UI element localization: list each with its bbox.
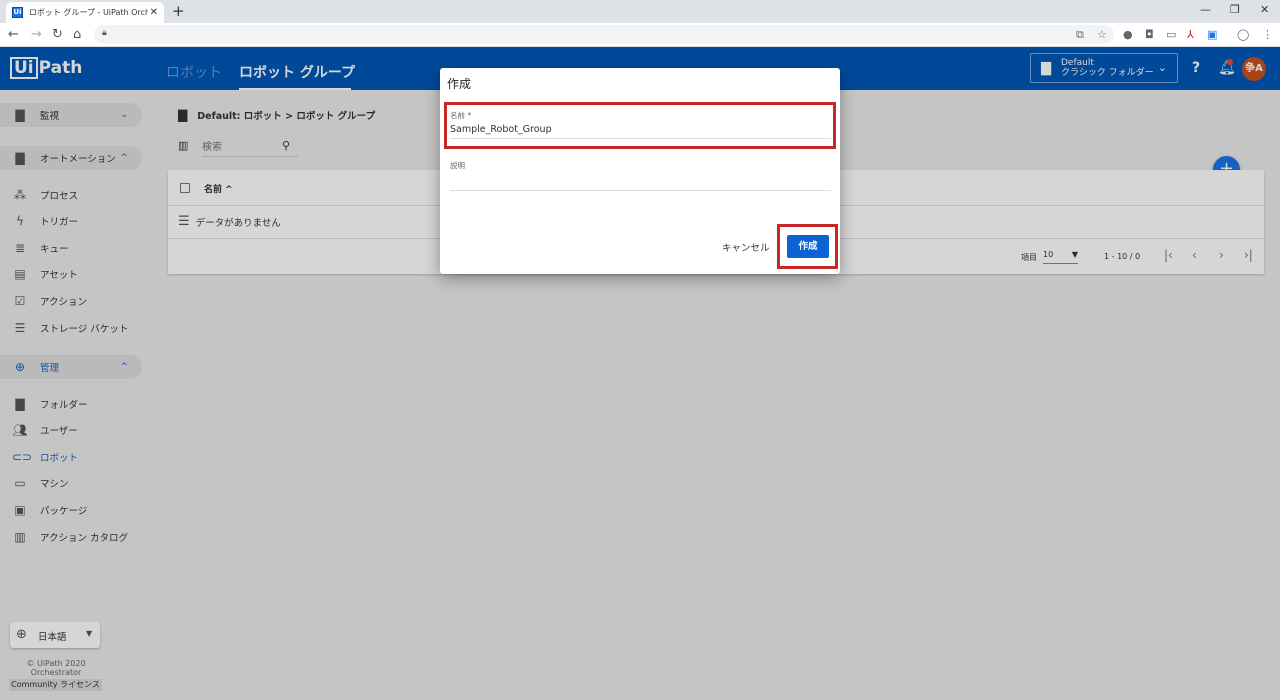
- back-icon[interactable]: ←: [8, 27, 19, 42]
- extension-icon[interactable]: ●: [1123, 28, 1133, 41]
- create-button-highlight: [777, 224, 838, 269]
- close-window-button[interactable]: ✕: [1260, 3, 1269, 16]
- cancel-button[interactable]: キャンセル: [722, 240, 770, 254]
- profile-icon[interactable]: ◯: [1237, 28, 1249, 41]
- description-input[interactable]: [450, 171, 831, 191]
- tab-title: ロボット グループ - UiPath Orchestrator: [28, 8, 148, 17]
- dialog-title: 作成: [447, 77, 472, 91]
- chat-icon[interactable]: ▭: [1166, 28, 1176, 41]
- translate-icon[interactable]: ⧉: [1076, 28, 1084, 42]
- forward-icon[interactable]: →: [31, 27, 42, 42]
- restore-button[interactable]: ❐: [1230, 3, 1240, 16]
- star-icon[interactable]: ☆: [1097, 28, 1107, 41]
- address-bar: ← → ↻ ⌂ 🔒︎ ⧉ ☆ ● ◘ ▭ ⅄ ▣ ◯ ⋮: [0, 23, 1280, 47]
- camera-icon[interactable]: ◘: [1145, 28, 1154, 41]
- lock-icon: 🔒︎: [102, 28, 107, 38]
- browser-tab-bar: Ui ロボット グループ - UiPath Orchestrator ✕ + —…: [0, 0, 1280, 23]
- pdf-icon[interactable]: ⅄: [1187, 28, 1194, 41]
- uipath-icon[interactable]: ▣: [1207, 28, 1217, 41]
- name-field-highlight: [444, 102, 836, 149]
- reload-icon[interactable]: ↻: [52, 27, 63, 42]
- description-label: 説明: [450, 161, 465, 170]
- home-icon[interactable]: ⌂: [73, 27, 81, 42]
- menu-icon[interactable]: ⋮: [1262, 28, 1273, 41]
- description-field: 説明: [450, 160, 831, 191]
- uipath-favicon-icon: Ui: [12, 7, 23, 18]
- url-field[interactable]: 🔒︎: [94, 25, 1114, 44]
- browser-tab[interactable]: Ui ロボット グループ - UiPath Orchestrator ✕: [6, 2, 164, 23]
- minimize-button[interactable]: —: [1200, 3, 1211, 16]
- tab-close-icon[interactable]: ✕: [150, 7, 158, 18]
- create-robot-group-dialog: 作成 名前 * 説明 キャンセル 作成: [440, 68, 840, 274]
- new-tab-button[interactable]: +: [172, 2, 185, 20]
